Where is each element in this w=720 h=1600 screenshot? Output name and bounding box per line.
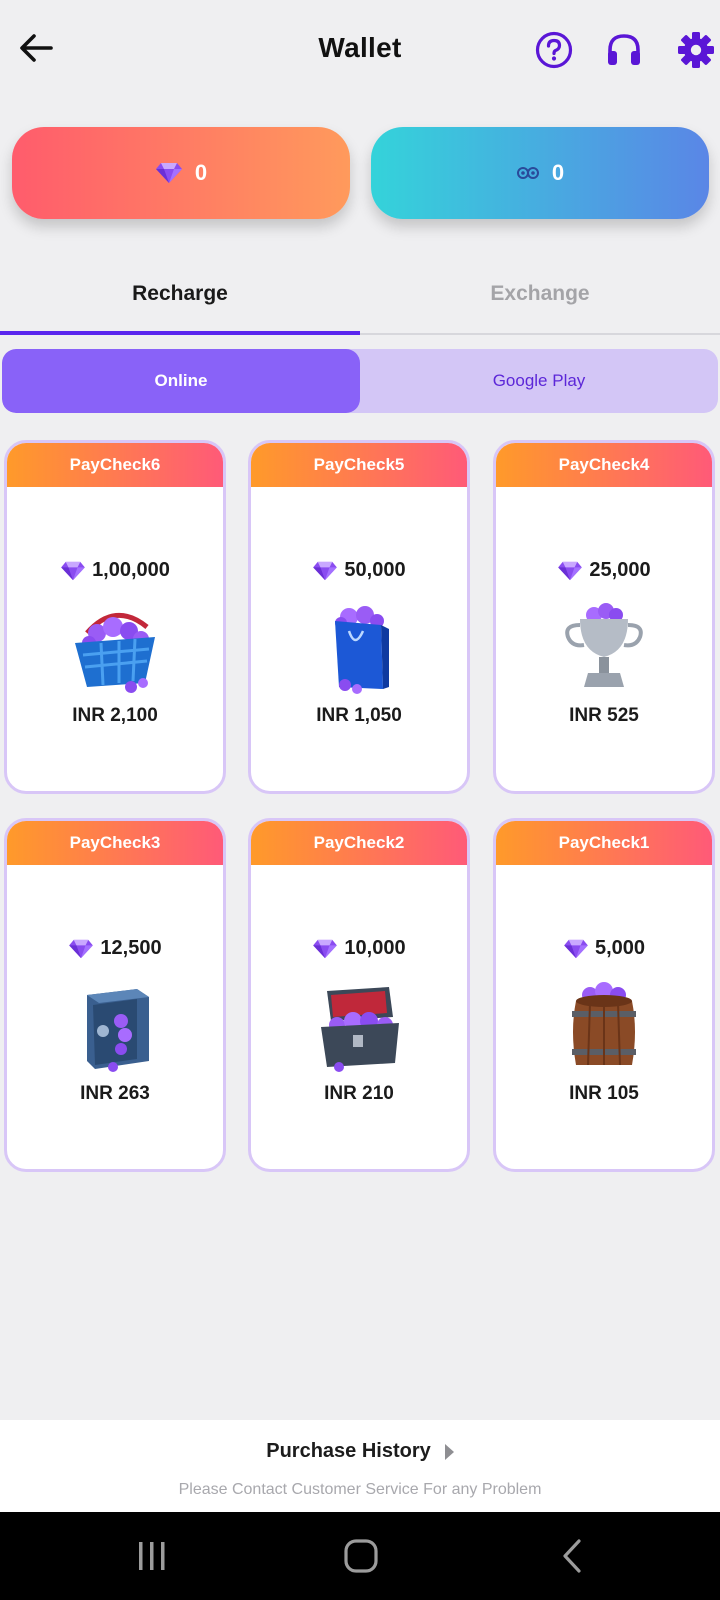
package-price: INR 263 [80, 1083, 150, 1104]
diamond-icon [69, 939, 94, 958]
package-card-paycheck2[interactable]: PayCheck2 10,000 INR 210 [248, 818, 470, 1172]
package-name: PayCheck1 [496, 821, 712, 865]
purchase-history-link[interactable]: Purchase History [0, 1440, 720, 1463]
customer-service-button[interactable] [602, 28, 646, 72]
safe-icon [63, 979, 167, 1075]
package-amount-value: 12,500 [100, 937, 162, 959]
diamond-icon [313, 561, 338, 580]
package-price: INR 2,100 [72, 705, 158, 726]
system-back-button[interactable] [537, 1530, 607, 1582]
package-name: PayCheck6 [7, 443, 223, 487]
active-tab-indicator [0, 331, 360, 335]
basket-icon [63, 601, 167, 697]
package-amount-value: 5,000 [594, 937, 646, 959]
package-name: PayCheck2 [251, 821, 467, 865]
payment-method-google-play[interactable]: Google Play [360, 349, 718, 413]
recent-apps-icon [139, 1542, 165, 1570]
package-price: INR 1,050 [316, 705, 402, 726]
barrel-icon [552, 979, 656, 1075]
contact-notice: Please Contact Customer Service For any … [178, 1481, 542, 1498]
wallet-tabs: Recharge Exchange [0, 255, 720, 335]
package-amount-value: 50,000 [344, 559, 406, 581]
trophy-icon [552, 601, 656, 697]
payment-method-online[interactable]: Online [2, 349, 360, 413]
coin-balance[interactable]: 0 [371, 127, 709, 219]
tab-exchange[interactable]: Exchange [360, 255, 720, 333]
package-amount: 12,500 [7, 937, 223, 960]
package-amount-value: 1,00,000 [92, 559, 170, 581]
diamond-icon [61, 561, 85, 580]
package-amount: 10,000 [251, 937, 467, 960]
package-amount-value: 25,000 [589, 559, 651, 581]
package-amount: 25,000 [496, 559, 712, 582]
home-button[interactable] [326, 1530, 396, 1582]
app-header: Wallet [0, 0, 720, 100]
recent-apps-button[interactable] [117, 1530, 187, 1582]
package-card-paycheck1[interactable]: PayCheck1 5,000 INR 105 [493, 818, 715, 1172]
tab-recharge[interactable]: Recharge [0, 255, 360, 333]
package-name: PayCheck3 [7, 821, 223, 865]
treasure-chest-icon [307, 979, 411, 1075]
diamond-icon [155, 163, 182, 183]
settings-button[interactable] [674, 28, 718, 72]
help-button[interactable] [532, 28, 576, 72]
package-card-paycheck4[interactable]: PayCheck4 25,000 INR 525 [493, 440, 715, 794]
diamond-icon [558, 561, 583, 580]
diamond-icon [313, 939, 338, 958]
package-amount: 1,00,000 [7, 559, 223, 582]
chevron-left-icon [563, 1539, 581, 1573]
diamond-balance[interactable]: 0 [12, 127, 350, 219]
home-icon [344, 1539, 378, 1573]
package-amount: 5,000 [496, 937, 712, 960]
gear-icon [678, 32, 714, 68]
package-name: PayCheck5 [251, 443, 467, 487]
coin-icon [516, 167, 539, 179]
package-card-paycheck6[interactable]: PayCheck6 1,00,000 INR 2,100 [4, 440, 226, 794]
shopping-bag-icon [307, 601, 411, 697]
system-navigation-bar [0, 1512, 720, 1600]
purchase-history-label: Purchase History [266, 1440, 431, 1462]
package-price: INR 525 [569, 705, 639, 726]
footer: Purchase History Please Contact Customer… [0, 1420, 720, 1512]
package-amount: 50,000 [251, 559, 467, 582]
package-price: INR 210 [324, 1083, 394, 1104]
chevron-right-icon [444, 1443, 454, 1460]
payment-method-selector: Online Google Play [2, 349, 718, 413]
coin-balance-value: 0 [551, 160, 565, 185]
diamond-balance-value: 0 [194, 160, 208, 185]
question-circle-icon [535, 31, 573, 69]
headphones-icon [608, 34, 640, 65]
package-card-paycheck3[interactable]: PayCheck3 12,500 INR 263 [4, 818, 226, 1172]
diamond-icon [564, 939, 588, 958]
package-card-paycheck5[interactable]: PayCheck5 50,000 INR 1,050 [248, 440, 470, 794]
package-name: PayCheck4 [496, 443, 712, 487]
package-amount-value: 10,000 [344, 937, 406, 959]
package-price: INR 105 [569, 1083, 639, 1104]
